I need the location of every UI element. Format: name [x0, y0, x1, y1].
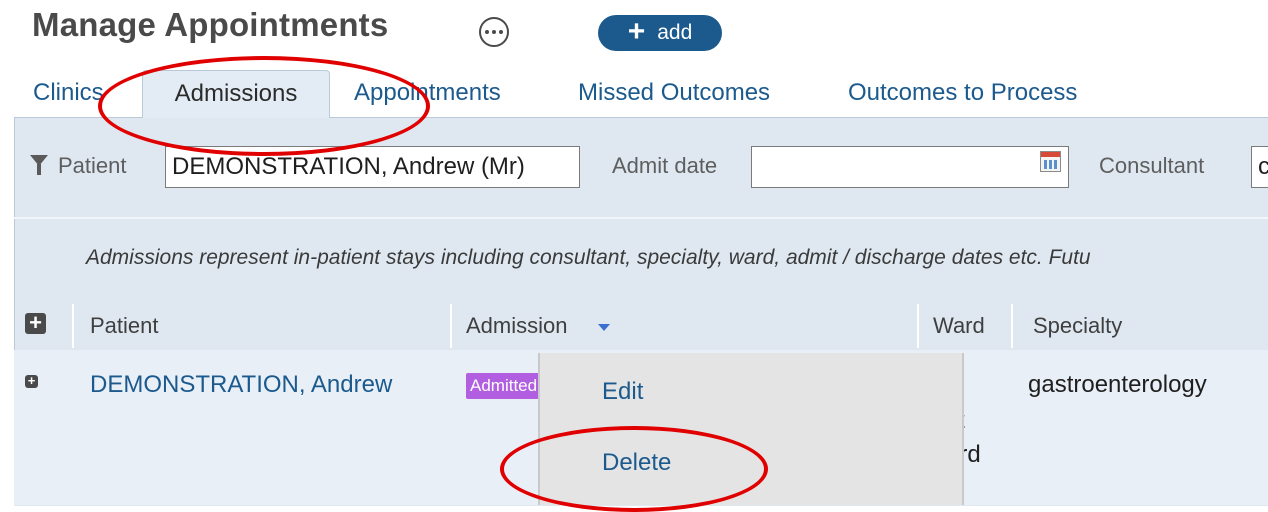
- row-expand-icon[interactable]: +: [25, 374, 38, 388]
- admit-date-label: Admit date: [612, 153, 718, 178]
- column-header-ward[interactable]: Ward: [933, 313, 985, 339]
- expand-all-icon[interactable]: +: [25, 312, 46, 334]
- column-header-patient[interactable]: Patient: [90, 313, 159, 339]
- add-button-label: add: [657, 21, 693, 44]
- column-header-admission[interactable]: Admission: [466, 313, 567, 339]
- admit-date-input[interactable]: [751, 146, 1069, 188]
- add-button[interactable]: + add: [598, 15, 722, 51]
- filter-divider: [14, 217, 1268, 219]
- page-title: Manage Appointments: [32, 6, 389, 43]
- patient-filter-label: Patient: [58, 153, 127, 178]
- patient-link[interactable]: DEMONSTRATION, Andrew: [90, 371, 392, 399]
- consultant-label: Consultant: [1099, 153, 1205, 178]
- annotation-ellipse: [98, 56, 430, 156]
- consultant-input[interactable]: c: [1251, 146, 1268, 188]
- tab-outcomes-to-process[interactable]: Outcomes to Process: [848, 70, 1077, 116]
- specialty-cell: gastroenterology: [1028, 371, 1207, 398]
- column-separator: [72, 304, 74, 348]
- tab-missed-outcomes[interactable]: Missed Outcomes: [578, 70, 770, 116]
- more-options-icon[interactable]: [479, 17, 509, 47]
- column-separator: [1011, 304, 1013, 348]
- column-separator: [450, 304, 452, 348]
- annotation-ellipse: [500, 426, 768, 512]
- menu-item-edit[interactable]: Edit: [602, 378, 643, 406]
- admission-status-badge: Admitted: [466, 373, 546, 399]
- info-text: Admissions represent in-patient stays in…: [86, 246, 1091, 269]
- calendar-icon[interactable]: [1040, 151, 1061, 172]
- sort-caret-down-icon[interactable]: [598, 324, 610, 331]
- column-separator: [917, 304, 919, 348]
- plus-icon: +: [627, 14, 646, 48]
- column-header-specialty[interactable]: Specialty: [1033, 313, 1122, 339]
- filter-icon-stem: [37, 164, 41, 175]
- tab-clinics[interactable]: Clinics: [33, 70, 104, 116]
